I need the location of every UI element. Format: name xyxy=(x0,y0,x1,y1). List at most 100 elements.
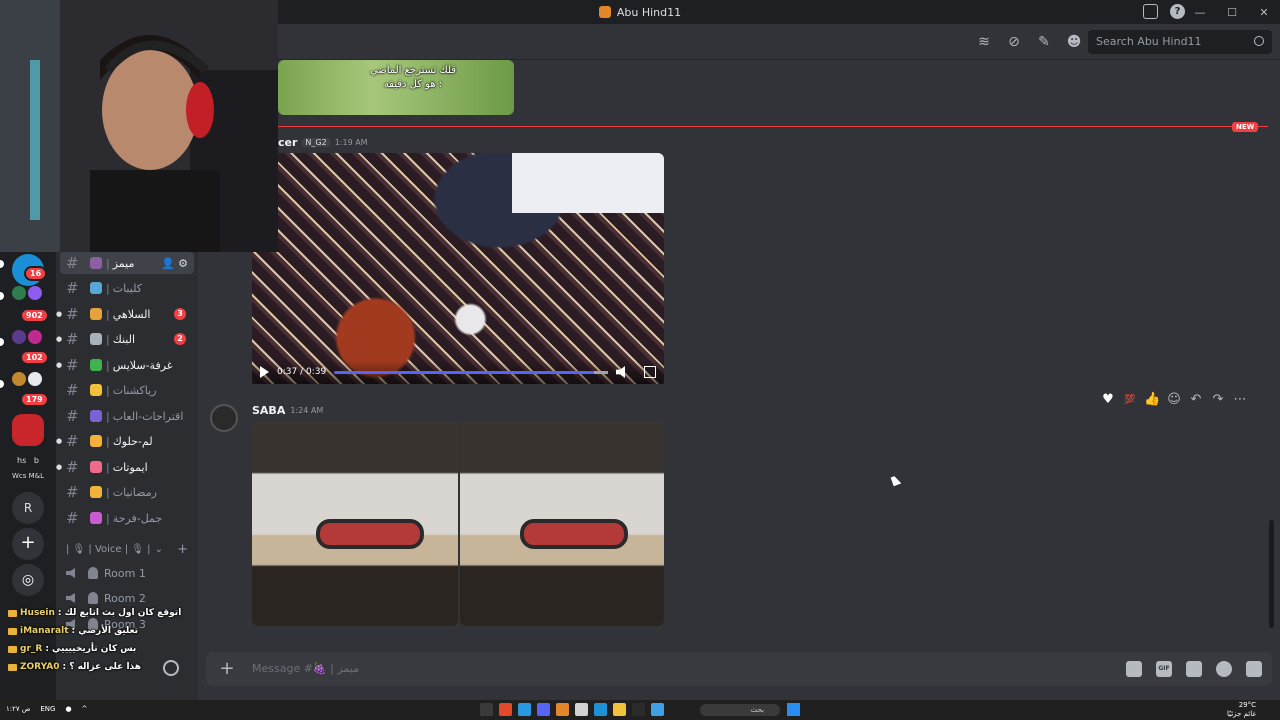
apps-icon[interactable] xyxy=(1246,661,1262,677)
help-icon[interactable]: ? xyxy=(1170,4,1185,19)
channel-game-suggestions[interactable]: # | اقتراحات-العاب xyxy=(60,405,194,427)
channel-name: رمضانيات xyxy=(112,485,157,499)
sticker-icon[interactable] xyxy=(1186,661,1202,677)
hash-icon: # xyxy=(66,305,79,323)
heart-reaction-icon[interactable]: ♥ xyxy=(1100,392,1116,407)
hash-icon: # xyxy=(66,483,79,501)
inbox-icon[interactable] xyxy=(1143,4,1158,19)
channel-sweets[interactable]: ● # | لم-حلوك xyxy=(56,430,194,452)
channel-emoji-icon xyxy=(90,384,102,396)
guild-icon[interactable] xyxy=(12,330,26,344)
channel-clips[interactable]: # | كليبات xyxy=(60,277,194,299)
voice-room-name: Room 2 xyxy=(104,591,146,605)
guild-icon[interactable] xyxy=(28,286,42,300)
forward-icon[interactable]: ↷ xyxy=(1210,392,1226,407)
add-attachment-icon[interactable]: + xyxy=(218,660,236,678)
video-player[interactable] xyxy=(252,153,664,384)
folder-label-hs: hs xyxy=(17,456,27,465)
app-icon[interactable] xyxy=(575,703,588,716)
fullscreen-icon[interactable] xyxy=(644,366,656,378)
search-input[interactable]: Search Abu Hind11 xyxy=(1088,30,1272,54)
app-icon[interactable] xyxy=(632,703,645,716)
video-progress-bar[interactable] xyxy=(334,370,608,374)
app-icon[interactable] xyxy=(651,703,664,716)
mic-icon[interactable]: ● xyxy=(65,705,71,713)
guild-icon[interactable] xyxy=(12,372,26,386)
hundred-reaction-icon[interactable]: 💯 xyxy=(1122,395,1138,405)
app-icon[interactable] xyxy=(556,703,569,716)
invite-settings-icons[interactable]: 👤 ⚙ xyxy=(161,257,188,270)
more-icon[interactable]: ⋯ xyxy=(1232,392,1248,407)
taskbar-search[interactable]: بحث xyxy=(700,704,780,716)
guild-badge: 102 xyxy=(20,350,49,365)
minimize-button[interactable]: — xyxy=(1184,0,1216,24)
message-image[interactable] xyxy=(460,421,664,626)
threads-icon[interactable]: ≋ xyxy=(976,34,992,50)
channel-reactions[interactable]: # | رياكشنات xyxy=(60,379,194,401)
chevron-up-icon[interactable]: ^ xyxy=(82,705,88,713)
badge-icon xyxy=(8,663,17,671)
chat-line: Husein : اتوقع كان اول بث اتابع لك xyxy=(0,604,200,622)
avatar[interactable] xyxy=(210,404,238,432)
hash-icon: # xyxy=(66,458,79,476)
guild-r[interactable]: R xyxy=(12,492,44,524)
message-composer[interactable]: + Message #🍇 | ميمز GIF xyxy=(206,652,1272,686)
thumbsup-reaction-icon[interactable]: 👍 xyxy=(1144,392,1160,407)
chat-text: : هذا على عزاله ؟ xyxy=(62,662,141,672)
folder-icon[interactable] xyxy=(613,703,626,716)
channel-name: لم-حلوك xyxy=(112,434,153,448)
maximize-button[interactable]: ☐ xyxy=(1216,0,1248,24)
unread-pill xyxy=(0,380,4,388)
channel-ramadan[interactable]: # | رمضانيات xyxy=(60,481,194,503)
channel-salahi[interactable]: ● # | السلاهي 3 xyxy=(56,303,194,325)
search-icon xyxy=(1254,36,1264,46)
play-icon[interactable] xyxy=(260,366,269,378)
explore-icon[interactable]: ◎ xyxy=(12,564,44,596)
discord-app: Abu Hind11 ? — ☐ ✕ 16 902 102 179 hs b W… xyxy=(0,0,1280,700)
channel-bank[interactable]: ● # | البنك 2 xyxy=(56,328,194,350)
guild-icon[interactable] xyxy=(12,414,44,446)
guild-icon[interactable] xyxy=(28,330,42,344)
chat-text: : تعليق الأرضي xyxy=(71,626,139,636)
emoji-icon[interactable] xyxy=(1216,661,1232,677)
add-server-icon[interactable]: + xyxy=(12,528,44,560)
language-indicator[interactable]: ENG xyxy=(40,705,55,713)
scrollbar[interactable] xyxy=(1269,520,1274,628)
message-author[interactable]: SABA xyxy=(252,404,285,417)
mention-badge: 2 xyxy=(174,333,186,345)
windows-start-icon[interactable] xyxy=(787,703,800,716)
image-caption-line: قلك تسترجع الماضي xyxy=(369,65,457,76)
channel-emotes[interactable]: ● # | ايموتات xyxy=(56,456,194,478)
add-reaction-icon[interactable]: ☺ xyxy=(1166,392,1182,407)
channel-memes[interactable]: # | ميمز 👤 ⚙ xyxy=(60,252,194,274)
telegram-icon[interactable] xyxy=(518,703,531,716)
pin-icon[interactable]: ✎ xyxy=(1036,34,1052,50)
voice-room-1[interactable]: Room 1 xyxy=(66,562,194,584)
mute-icon[interactable]: ⊘ xyxy=(1006,34,1022,50)
reply-icon[interactable]: ↶ xyxy=(1188,392,1204,407)
discord-icon[interactable] xyxy=(537,703,550,716)
channel-slice-room[interactable]: ● # | غرفة-سلايس xyxy=(56,354,194,376)
channel-emoji-icon xyxy=(90,308,102,320)
message-image[interactable] xyxy=(252,421,458,626)
guild-icon[interactable] xyxy=(12,286,26,300)
edge-icon[interactable] xyxy=(594,703,607,716)
guild-icon[interactable] xyxy=(28,372,42,386)
chat-text: : اتوقع كان اول بث اتابع لك xyxy=(57,608,182,618)
volume-icon[interactable] xyxy=(616,366,625,378)
gif-button[interactable]: GIF xyxy=(1156,661,1172,677)
channel-name: السلاهي xyxy=(112,307,151,321)
members-icon[interactable]: ☻ xyxy=(1066,34,1082,50)
gift-icon[interactable] xyxy=(1126,661,1142,677)
channel-header: ≋ ⊘ ✎ ☻ Search Abu Hind11 xyxy=(198,24,1280,60)
app-icon[interactable] xyxy=(499,703,512,716)
voice-category[interactable]: | 🎙 | Voice | 🎙 | ⌄ + xyxy=(66,542,196,557)
message-image[interactable]: قلك تسترجع الماضي هو كل دقيقه : xyxy=(278,60,514,115)
app-icon[interactable] xyxy=(480,703,493,716)
webcam-feed xyxy=(0,0,278,252)
message-author[interactable]: cer xyxy=(278,136,297,149)
close-button[interactable]: ✕ xyxy=(1248,0,1280,24)
channel-joy[interactable]: # | جمل-فرحة xyxy=(60,507,194,529)
create-channel-button[interactable]: + xyxy=(177,542,188,557)
weather-temp: 29°C xyxy=(1238,701,1256,709)
